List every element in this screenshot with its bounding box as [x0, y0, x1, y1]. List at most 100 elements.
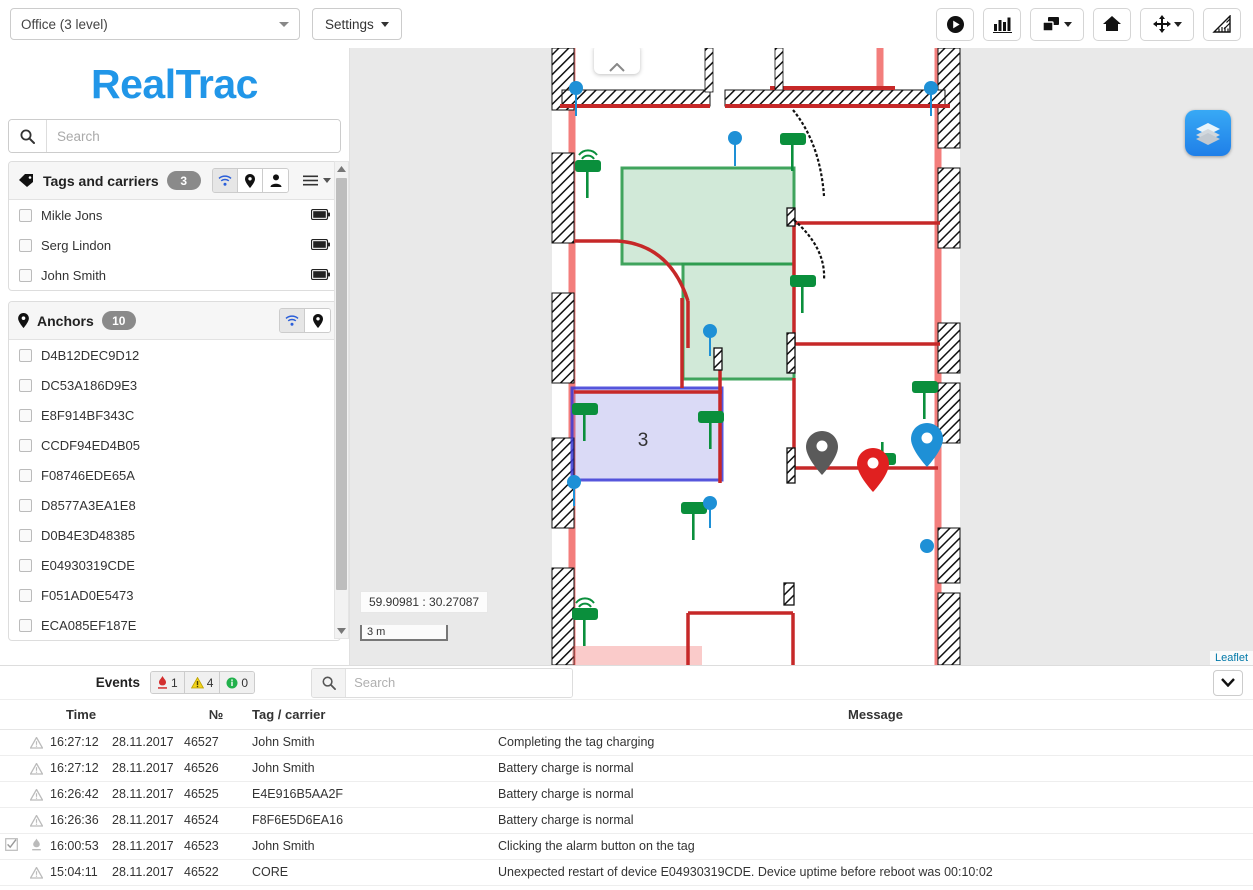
tags-wifi-filter[interactable] [213, 169, 238, 192]
tags-menu-button[interactable] [303, 175, 331, 186]
ruler-triangle-icon [1212, 14, 1231, 33]
row-time: 16:27:12 [50, 755, 112, 782]
sidebar-scrollbar[interactable] [334, 161, 349, 639]
anchor-label: DC53A186D9E3 [41, 377, 138, 393]
home-button[interactable] [1093, 7, 1131, 41]
map-popup[interactable] [594, 48, 640, 74]
events-search-input[interactable] [346, 668, 573, 697]
list-item[interactable]: ECA085EF187E [9, 610, 340, 640]
anchor-label: F051AD0E5473 [41, 587, 134, 603]
play-record-button[interactable] [936, 7, 974, 41]
list-item[interactable]: CCDF94ED4B05 [9, 430, 340, 460]
anchor-checkbox[interactable] [19, 438, 32, 452]
table-row[interactable]: 16:27:12 28.11.2017 46526 John Smith Bat… [0, 755, 1253, 782]
scrollbar-thumb[interactable] [336, 178, 347, 590]
list-item[interactable]: E8F914BF343C [9, 400, 340, 430]
list-item[interactable]: D8577A3EA1E8 [9, 490, 340, 520]
tags-location-filter[interactable] [238, 169, 263, 192]
anchor-checkbox[interactable] [19, 468, 32, 482]
row-message: Unexpected restart of device E04930319CD… [498, 859, 1253, 886]
events-collapse-button[interactable] [1213, 669, 1243, 696]
site-select[interactable]: Office (3 level) [10, 8, 300, 40]
row-flag [0, 859, 22, 886]
anchor-label: CCDF94ED4B05 [41, 437, 140, 453]
top-toolbar: Office (3 level) Settings [0, 0, 1253, 48]
tags-filter-group [212, 168, 289, 193]
table-row[interactable]: 15:04:11 28.11.2017 46522 CORE Unexpecte… [0, 859, 1253, 886]
list-item[interactable]: E04930319CDE [9, 550, 340, 580]
anchor-label: ECA085EF187E [41, 617, 137, 633]
search-button[interactable] [9, 120, 47, 152]
table-row[interactable]: 16:27:12 28.11.2017 46527 John Smith Com… [0, 729, 1253, 756]
chevron-down-icon [380, 21, 389, 27]
events-search[interactable] [311, 667, 574, 698]
windows-layout-button[interactable] [1030, 7, 1084, 41]
list-item[interactable]: John Smith [9, 260, 340, 290]
list-item[interactable]: F08746EDE65A [9, 460, 340, 490]
tag-checkbox[interactable] [19, 208, 32, 222]
warning-count-badge[interactable]: 4 [184, 672, 221, 693]
map-scalebar: 3 m [360, 625, 448, 641]
map-view[interactable]: 3 59.90981: 30.27087 3 m Leaflet [350, 48, 1253, 665]
anchors-location-filter[interactable] [305, 309, 330, 332]
tags-person-filter[interactable] [263, 169, 288, 192]
leaflet-attribution[interactable]: Leaflet [1209, 651, 1253, 665]
anchor-label: D4B12DEC9D12 [41, 347, 140, 363]
row-message: Battery charge is normal [498, 781, 1253, 808]
top-tool-group [936, 7, 1243, 41]
anchor-checkbox[interactable] [19, 348, 32, 362]
statistics-button[interactable] [983, 7, 1021, 41]
warning-triangle-icon [29, 814, 43, 827]
list-item[interactable]: DC53A186D9E3 [9, 370, 340, 400]
map-pin-icon [312, 313, 323, 328]
row-date: 28.11.2017 [112, 833, 184, 860]
tag-label: Serg Lindon [41, 237, 112, 253]
layers-button[interactable] [1185, 110, 1231, 156]
anchors-wifi-filter[interactable] [280, 309, 305, 332]
col-tag: Tag / carrier [248, 700, 498, 730]
battery-icon [310, 268, 330, 283]
site-select-value: Office (3 level) [21, 16, 108, 32]
move-tool-button[interactable] [1140, 7, 1194, 41]
anchor-checkbox[interactable] [19, 558, 32, 572]
alarm-count-badge[interactable]: 1 [151, 672, 185, 693]
info-count-badge[interactable]: 0 [220, 672, 255, 693]
anchor-checkbox[interactable] [19, 498, 32, 512]
tag-checkbox[interactable] [19, 238, 32, 252]
warning-count-value: 4 [206, 675, 214, 690]
col-flag [0, 700, 22, 730]
chevron-down-icon [279, 22, 289, 27]
list-item[interactable]: D0B4E3D48385 [9, 520, 340, 550]
list-item[interactable]: Mikle Jons [9, 200, 340, 230]
warning-triangle-icon [29, 762, 43, 775]
row-severity-icon [22, 755, 50, 782]
logo-text-primary: Real [91, 61, 176, 107]
warning-triangle-icon [29, 788, 43, 801]
anchor-checkbox[interactable] [19, 528, 32, 542]
events-search-button[interactable] [312, 668, 347, 697]
search-input[interactable] [47, 120, 340, 152]
table-row[interactable]: 16:26:36 28.11.2017 46524 F8F6E5D6EA16 B… [0, 807, 1253, 834]
anchor-label: D8577A3EA1E8 [41, 497, 136, 513]
anchor-checkbox[interactable] [19, 378, 32, 392]
checkbox-checked-icon [4, 838, 18, 851]
anchor-checkbox[interactable] [19, 618, 32, 632]
anchor-checkbox[interactable] [19, 408, 32, 422]
events-table-body: 16:27:12 28.11.2017 46527 John Smith Com… [0, 729, 1253, 886]
settings-button[interactable]: Settings [312, 8, 402, 40]
row-number: 46527 [184, 729, 248, 756]
floorplan-svg: 3 [350, 48, 1253, 665]
tag-checkbox[interactable] [19, 268, 32, 282]
anchor-checkbox[interactable] [19, 588, 32, 602]
info-circle-icon [226, 677, 238, 688]
scroll-down-arrow[interactable] [335, 624, 348, 638]
list-item[interactable]: Serg Lindon [9, 230, 340, 260]
scroll-up-arrow[interactable] [335, 162, 348, 176]
list-item[interactable]: D4B12DEC9D12 [9, 340, 340, 370]
col-message: Message [498, 700, 1253, 730]
measure-button[interactable] [1203, 7, 1241, 41]
list-item[interactable]: F051AD0E5473 [9, 580, 340, 610]
table-row[interactable]: 16:26:42 28.11.2017 46525 E4E916B5AA2F B… [0, 781, 1253, 808]
table-row[interactable]: 16:00:53 28.11.2017 46523 John Smith Cli… [0, 833, 1253, 860]
sidebar-search[interactable] [8, 119, 341, 153]
